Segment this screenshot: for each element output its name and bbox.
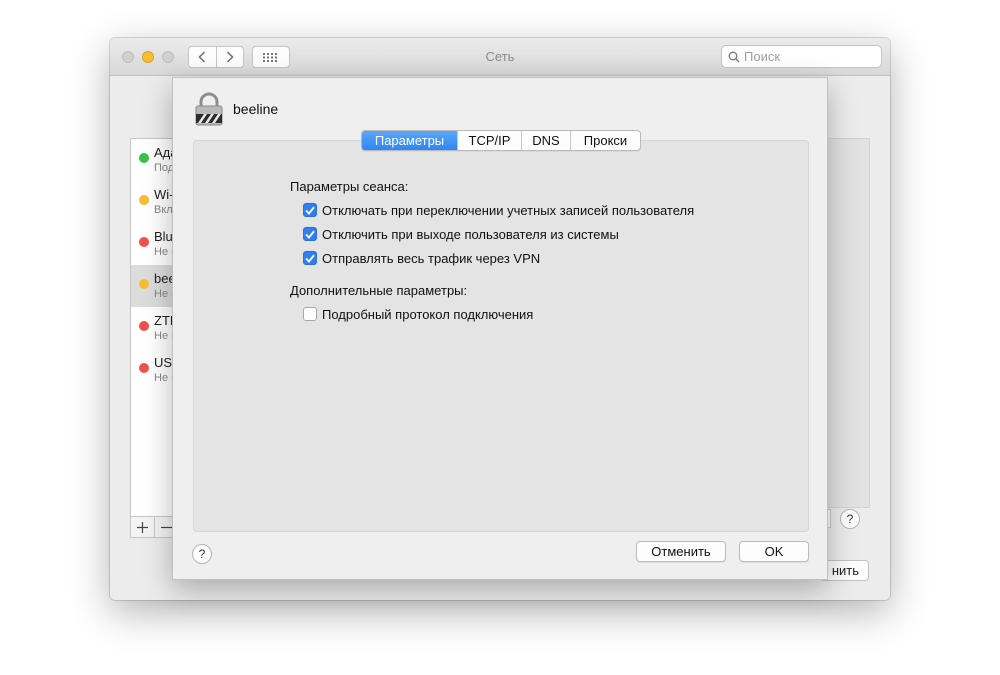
minus-icon xyxy=(161,526,172,528)
tab-dns[interactable]: DNS xyxy=(521,131,570,150)
tab-proxy[interactable]: Прокси xyxy=(570,131,640,150)
vpn-settings-sheet: beeline Параметры сеанса: Отключать при … xyxy=(172,77,828,580)
tab-bar: Параметры TCP/IP DNS Прокси xyxy=(361,130,641,151)
option-verbose-logging[interactable]: Подробный протокол подключения xyxy=(303,305,533,323)
vpn-lock-icon xyxy=(195,92,223,126)
checkbox-checked[interactable] xyxy=(303,203,317,217)
search-input[interactable] xyxy=(744,49,864,64)
option-disconnect-user-switch[interactable]: Отключать при переключении учетных запис… xyxy=(303,201,694,219)
vpn-name: beeline xyxy=(233,101,279,117)
option-label: Отправлять весь трафик через VPN xyxy=(322,250,541,266)
option-send-all-traffic[interactable]: Отправлять весь трафик через VPN xyxy=(303,249,540,267)
option-disconnect-logout[interactable]: Отключить при выходе пользователя из сис… xyxy=(303,225,619,243)
search-icon xyxy=(728,51,740,62)
add-service-button[interactable] xyxy=(131,517,155,537)
status-dot xyxy=(139,195,149,205)
session-section-label: Параметры сеанса: xyxy=(290,179,409,194)
status-dot xyxy=(139,363,149,373)
checkmark-icon xyxy=(305,206,315,215)
status-dot xyxy=(139,153,149,163)
checkmark-icon xyxy=(305,254,315,263)
plus-icon xyxy=(137,521,148,533)
option-label: Отключать при переключении учетных запис… xyxy=(322,202,695,218)
cancel-button[interactable]: Отменить xyxy=(636,541,726,562)
checkbox-checked[interactable] xyxy=(303,251,317,265)
option-label: Подробный протокол подключения xyxy=(322,306,534,322)
tab-parameters[interactable]: Параметры xyxy=(362,131,457,150)
checkmark-icon xyxy=(305,230,315,239)
checkbox-unchecked[interactable] xyxy=(303,307,317,321)
help-button[interactable]: ? xyxy=(192,544,212,564)
ok-button[interactable]: OK xyxy=(739,541,809,562)
checkbox-checked[interactable] xyxy=(303,227,317,241)
tab-tcpip[interactable]: TCP/IP xyxy=(457,131,521,150)
search-field[interactable] xyxy=(721,45,882,68)
status-dot xyxy=(139,237,149,247)
help-button-background[interactable]: ? xyxy=(840,509,860,529)
option-label: Отключить при выходе пользователя из сис… xyxy=(322,226,619,242)
titlebar: Сеть xyxy=(110,38,890,76)
status-dot xyxy=(139,279,149,289)
settings-content-box: Параметры сеанса: Отключать при переключ… xyxy=(193,140,809,532)
status-dot xyxy=(139,321,149,331)
advanced-section-label: Дополнительные параметры: xyxy=(290,283,468,298)
